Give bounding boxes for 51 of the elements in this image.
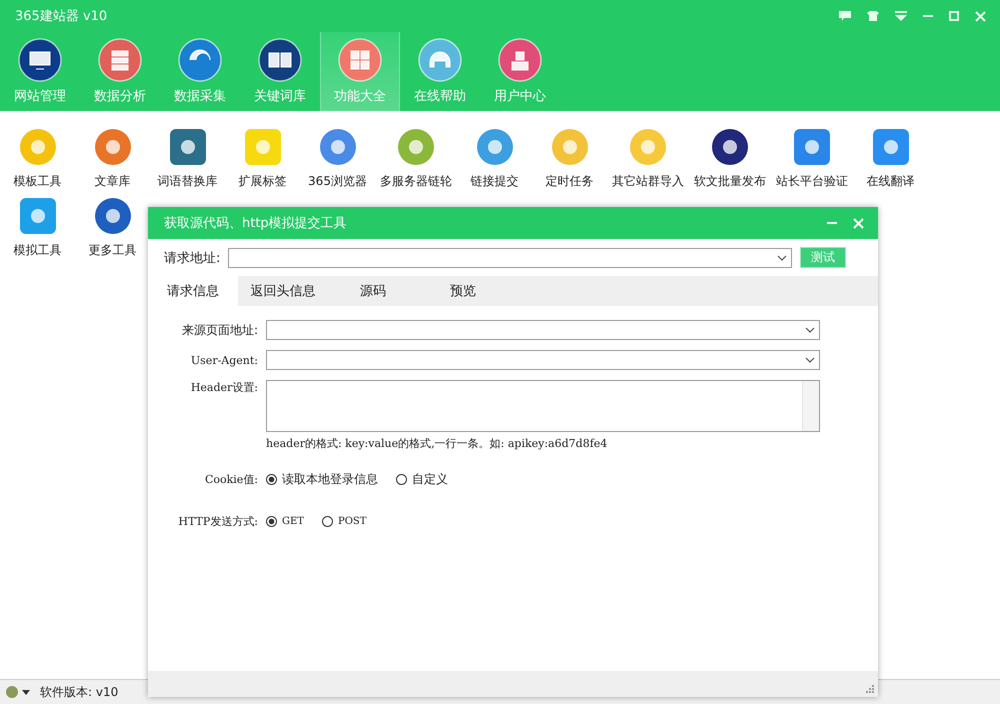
tool-button[interactable]: 在线翻译 [853, 127, 928, 190]
dropdown-icon[interactable] [895, 11, 907, 21]
tool-button[interactable]: 模板工具 [0, 127, 75, 190]
user-agent-field[interactable] [266, 350, 820, 370]
tool-button[interactable]: 文章库 [75, 127, 150, 190]
database-icon [98, 38, 142, 82]
tool-button[interactable]: 扩展标签 [225, 127, 300, 190]
tab[interactable]: 源码 [328, 276, 418, 306]
tool-button[interactable]: 软文批量发布 [689, 127, 771, 190]
grid-icon [338, 38, 382, 82]
caret-icon[interactable] [777, 254, 787, 260]
shirt-icon[interactable] [867, 11, 879, 21]
tab[interactable]: 返回头信息 [238, 276, 328, 306]
cookie-radio[interactable]: 自定义 [396, 471, 448, 488]
tool-button[interactable]: 其它站群导入 [607, 127, 689, 190]
method-radio[interactable]: GET [266, 516, 304, 527]
tab[interactable]: 预览 [418, 276, 508, 306]
cookie-label: Cookie值: [204, 472, 258, 487]
caret-icon[interactable] [805, 357, 815, 363]
referer-field[interactable] [266, 320, 820, 340]
method-label: HTTP发送方式: [177, 514, 258, 529]
window-title: 365建站器 v10 [15, 8, 108, 25]
user-agent-label: User-Agent: [190, 354, 258, 366]
header-field[interactable] [266, 380, 820, 432]
referer-label: 来源页面地址: [180, 322, 258, 338]
tool-button[interactable]: 定时任务 [532, 127, 607, 190]
dialog-title: 获取源代码、http模拟提交工具 [164, 215, 347, 232]
version-text: 软件版本: v10 [40, 684, 118, 700]
tool-button[interactable]: 模拟工具 [0, 196, 75, 259]
resize-grip-icon[interactable] [865, 684, 874, 693]
tool-button[interactable]: 站长平台验证 [771, 127, 853, 190]
header-label: Header设置: [190, 380, 258, 395]
close-icon[interactable] [975, 10, 986, 22]
cookie-radio[interactable]: 读取本地登录信息 [266, 471, 378, 488]
tool-button[interactable]: 链接提交 [457, 127, 532, 190]
tool-button[interactable]: 365浏览器 [300, 127, 375, 190]
header-hint: header的格式: key:value的格式,一行一条。如: apikey:a6d7d8fe4 [266, 436, 608, 451]
tool-button[interactable]: 词语替换库 [150, 127, 225, 190]
monitor-icon [18, 38, 62, 82]
tool-button[interactable]: 更多工具 [75, 196, 150, 259]
url-label: 请求地址: [164, 250, 220, 266]
method-radio[interactable]: POST [322, 516, 366, 527]
maximize-icon[interactable] [949, 11, 959, 21]
swirl-icon [178, 38, 222, 82]
settings-icon[interactable] [4, 685, 32, 699]
book-icon [258, 38, 302, 82]
tab[interactable]: 请求信息 [148, 276, 238, 306]
tool-button[interactable]: 多服务器链轮 [375, 127, 457, 190]
chat-icon[interactable] [839, 11, 851, 21]
caret-icon[interactable] [805, 327, 815, 333]
url-field[interactable] [228, 248, 792, 268]
